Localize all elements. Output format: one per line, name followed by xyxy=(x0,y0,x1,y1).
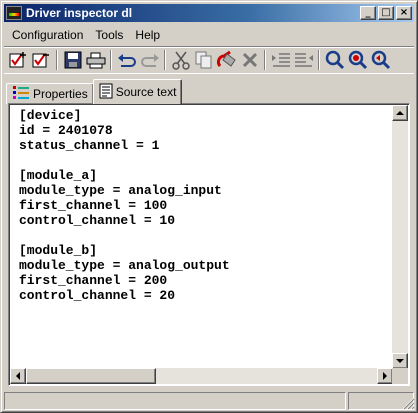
source-text-area[interactable]: [device] id = 2401078 status_channel = 1 [m… xyxy=(19,108,389,370)
tab-label: Source text xyxy=(115,85,177,99)
undo-icon[interactable] xyxy=(115,49,138,71)
menu-tools[interactable]: Tools xyxy=(89,27,129,44)
horizontal-scrollbar[interactable] xyxy=(10,368,393,384)
vertical-scrollbar[interactable] xyxy=(392,105,408,369)
code-line: id = 2401078 xyxy=(19,123,113,138)
code-line: [device] xyxy=(19,108,82,123)
code-line: [module_a] xyxy=(19,168,98,183)
toolbar-separator xyxy=(56,50,58,70)
tab-source-text[interactable]: Source text xyxy=(92,79,183,104)
status-bar xyxy=(4,392,414,410)
save-icon[interactable] xyxy=(61,49,84,71)
menu-bar: Configuration Tools Help xyxy=(4,26,166,45)
code-line: control_channel = 20 xyxy=(19,288,176,303)
code-line: module_type = analog_input xyxy=(19,183,222,198)
code-line: status_channel = 1 xyxy=(19,138,160,153)
toolbar-separator xyxy=(110,50,112,70)
maximize-button[interactable]: □ xyxy=(378,6,394,20)
tab-label: Properties xyxy=(33,87,88,101)
cut-icon[interactable] xyxy=(169,49,192,71)
code-line: module_type = analog_output xyxy=(19,258,230,273)
toolbar-separator xyxy=(318,50,320,70)
find-next-icon[interactable] xyxy=(346,49,369,71)
resize-grip[interactable] xyxy=(402,397,415,410)
code-line: first_channel = 100 xyxy=(19,198,168,213)
check-add-icon[interactable] xyxy=(7,49,30,71)
source-editor[interactable]: [device] id = 2401078 status_channel = 1 [m… xyxy=(8,103,410,386)
check-remove-icon[interactable] xyxy=(30,49,53,71)
tab-properties[interactable]: Properties xyxy=(6,83,94,104)
find-previous-icon[interactable] xyxy=(369,49,392,71)
scrollbar-corner xyxy=(392,368,408,384)
scroll-right-button[interactable] xyxy=(377,368,393,384)
paste-icon[interactable] xyxy=(215,49,238,71)
scroll-left-button[interactable] xyxy=(10,368,26,384)
horizontal-scroll-thumb[interactable] xyxy=(26,368,156,384)
tab-strip: Properties Source text xyxy=(6,78,183,104)
app-icon xyxy=(6,6,22,20)
redo-icon[interactable] xyxy=(138,49,161,71)
menu-configuration[interactable]: Configuration xyxy=(4,27,89,44)
menu-help[interactable]: Help xyxy=(129,27,166,44)
minimize-button[interactable]: _ xyxy=(360,6,376,20)
toolbar-separator xyxy=(164,50,166,70)
copy-icon[interactable] xyxy=(192,49,215,71)
toolbar xyxy=(4,46,414,74)
window-title: Driver inspector dl xyxy=(26,6,133,20)
code-line: first_channel = 200 xyxy=(19,273,168,288)
find-icon[interactable] xyxy=(323,49,346,71)
code-line: [module_b] xyxy=(19,243,98,258)
code-line: control_channel = 10 xyxy=(19,213,176,228)
properties-icon xyxy=(12,85,30,104)
app-window: Driver inspector dl _ □ × Configuration … xyxy=(0,0,418,413)
title-bar[interactable]: Driver inspector dl _ □ × xyxy=(4,4,414,22)
close-button[interactable]: × xyxy=(396,6,412,20)
toolbar-separator xyxy=(264,50,266,70)
scroll-up-button[interactable] xyxy=(392,105,408,121)
status-pane-main xyxy=(4,392,346,410)
delete-icon[interactable] xyxy=(238,49,261,71)
indent-icon[interactable] xyxy=(269,49,292,71)
outdent-icon[interactable] xyxy=(292,49,315,71)
source-text-icon xyxy=(99,83,113,102)
print-icon[interactable] xyxy=(84,49,107,71)
scroll-down-button[interactable] xyxy=(392,353,408,369)
